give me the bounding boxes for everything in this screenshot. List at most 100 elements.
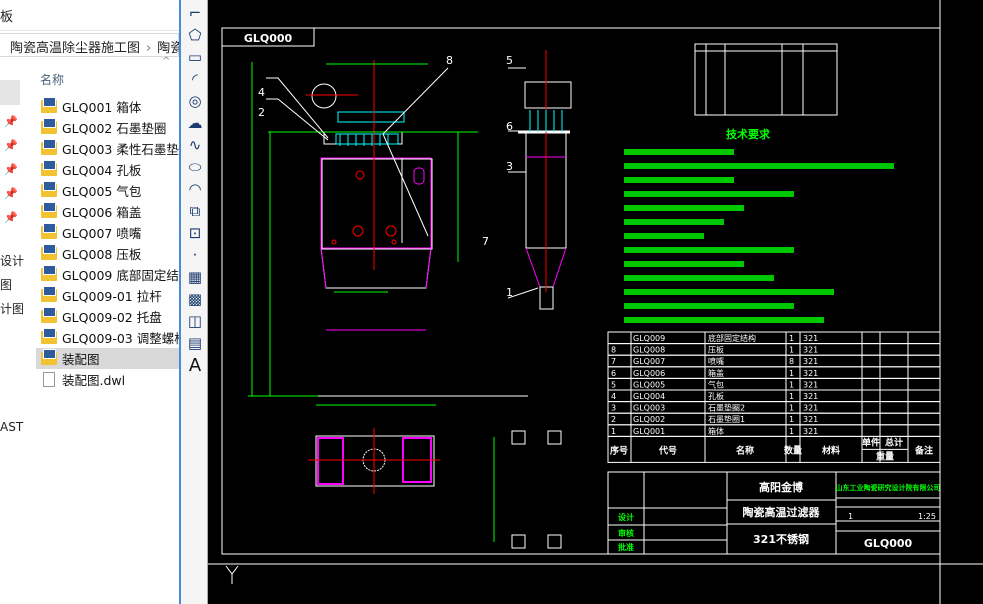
nav-item-selected[interactable] bbox=[0, 80, 20, 105]
quantity-value: 1 bbox=[848, 512, 853, 521]
bom-qty: 8 bbox=[789, 357, 794, 366]
file-name: GLQ005 气包 bbox=[62, 184, 142, 199]
nav-item[interactable]: 计图 bbox=[0, 300, 24, 317]
breadcrumb[interactable]: 陶瓷高温除尘器施工图 › 陶瓷 bbox=[0, 33, 179, 57]
polygon-icon[interactable]: ⬠ bbox=[184, 25, 206, 45]
folder-icon bbox=[41, 286, 57, 302]
pin-icon[interactable]: 📌 bbox=[4, 187, 18, 200]
file-name: GLQ009 底部固定结构 bbox=[62, 268, 179, 283]
part-label: 4 bbox=[258, 86, 265, 99]
bom-no: 5 bbox=[611, 380, 616, 389]
make-block-icon[interactable]: ⊡ bbox=[184, 223, 206, 243]
part-label: 3 bbox=[506, 160, 513, 173]
file-list-item[interactable]: GLQ009 底部固定结构 bbox=[36, 264, 179, 285]
tech-requirement-line bbox=[624, 163, 894, 169]
ribbon-label[interactable]: 板 bbox=[0, 10, 13, 25]
folder-icon bbox=[41, 139, 57, 155]
bom-code: GLQ008 bbox=[633, 346, 665, 355]
point-icon[interactable]: · bbox=[184, 245, 206, 265]
file-list-item[interactable]: 装配图.dwl bbox=[36, 369, 179, 390]
bom-qty: 1 bbox=[789, 380, 794, 389]
project-name: 高阳金博 bbox=[759, 480, 803, 494]
nav-item[interactable]: AST bbox=[0, 420, 23, 434]
file-name: 装配图 bbox=[62, 352, 100, 367]
nav-item[interactable]: 设计 bbox=[0, 252, 24, 269]
tech-requirement-line bbox=[624, 247, 794, 253]
cad-drawing-canvas[interactable]: GLQ000 4 2 8 7 5 6 3 1 技术要求 GLQ009 底部固定结… bbox=[208, 0, 983, 604]
pin-icon[interactable]: 📌 bbox=[4, 115, 18, 128]
file-list-item[interactable]: GLQ002 石墨垫圈 bbox=[36, 117, 179, 138]
file-list-item[interactable]: GLQ005 气包 bbox=[36, 180, 179, 201]
bom-qty: 1 bbox=[789, 334, 794, 343]
file-list-item[interactable]: GLQ009-01 拉杆 bbox=[36, 285, 179, 306]
bom-code: GLQ009 bbox=[633, 334, 665, 343]
file-list-item[interactable]: 装配图 bbox=[36, 348, 179, 369]
file-list-item[interactable]: GLQ009-03 调整螺栓 bbox=[36, 327, 179, 348]
file-name: GLQ009-03 调整螺栓 bbox=[62, 331, 179, 346]
file-name: GLQ001 箱体 bbox=[62, 100, 142, 115]
folder-icon bbox=[41, 118, 57, 134]
breadcrumb-item[interactable]: 陶瓷高温除尘器施工图 bbox=[10, 41, 140, 56]
file-list-item[interactable]: GLQ001 箱体 bbox=[36, 96, 179, 117]
rectangle-icon[interactable]: ▭ bbox=[184, 47, 206, 67]
circle-icon[interactable]: ◎ bbox=[184, 91, 206, 111]
arc-icon[interactable]: ◜ bbox=[184, 69, 206, 89]
bom-header-weight: 重量 bbox=[876, 450, 894, 462]
bom-code: GLQ007 bbox=[633, 357, 665, 366]
bom-name: 箱盖 bbox=[708, 368, 724, 378]
bom-header-remark: 备注 bbox=[914, 444, 933, 456]
file-name: 装配图.dwl bbox=[62, 373, 126, 388]
column-header-name[interactable]: 名称 ^ bbox=[36, 56, 179, 96]
part-label: 1 bbox=[506, 286, 513, 299]
bom-no: 8 bbox=[611, 346, 616, 355]
file-list-item[interactable]: GLQ009-02 托盘 bbox=[36, 306, 179, 327]
ellipse-arc-icon[interactable]: ◠ bbox=[184, 179, 206, 199]
multiline-text-icon[interactable]: A bbox=[184, 355, 206, 376]
file-list-item[interactable]: GLQ003 柔性石墨垫圈 bbox=[36, 138, 179, 159]
folder-icon bbox=[41, 160, 57, 176]
chevron-right-icon: › bbox=[146, 41, 152, 56]
folder-icon bbox=[41, 181, 57, 197]
bom-header-name: 名称 bbox=[736, 444, 754, 456]
bom-code: GLQ006 bbox=[633, 369, 665, 378]
ellipse-icon[interactable]: ⬭ bbox=[184, 157, 206, 177]
nav-item[interactable]: 图 bbox=[0, 276, 12, 293]
file-list-item[interactable]: GLQ006 箱盖 bbox=[36, 201, 179, 222]
file-explorer: 板 陶瓷高温除尘器施工图 › 陶瓷 📌 📌 📌 📌 📌 设计 图 计图 AST 名称… bbox=[0, 0, 179, 604]
bom-name: 气包 bbox=[708, 379, 724, 389]
file-name: GLQ004 孔板 bbox=[62, 163, 142, 178]
bom-material: 321 bbox=[803, 427, 818, 436]
file-list-item[interactable]: GLQ007 喷嘴 bbox=[36, 222, 179, 243]
bom-qty: 1 bbox=[789, 427, 794, 436]
sign-label: 审核 bbox=[618, 528, 634, 538]
bom-no: 1 bbox=[611, 427, 616, 436]
part-label: 2 bbox=[258, 106, 265, 119]
revision-cloud-icon[interactable]: ☁ bbox=[184, 113, 206, 133]
insert-block-icon[interactable]: ⧉ bbox=[184, 201, 206, 221]
part-label: 8 bbox=[446, 54, 453, 67]
file-list-item[interactable]: GLQ008 压板 bbox=[36, 243, 179, 264]
file-list-item[interactable]: GLQ004 孔板 bbox=[36, 159, 179, 180]
bom-code: GLQ003 bbox=[633, 404, 665, 413]
file-name: GLQ009-01 拉杆 bbox=[62, 289, 162, 304]
bom-qty: 1 bbox=[789, 369, 794, 378]
bom-qty: 1 bbox=[789, 346, 794, 355]
bom-code: GLQ005 bbox=[633, 380, 665, 389]
pin-icon[interactable]: 📌 bbox=[4, 211, 18, 224]
bill-of-materials: GLQ009 底部固定结构 1 3218 GLQ008 压板 1 3217 GLQ007 喷嘴 8 3… bbox=[607, 331, 941, 463]
spline-icon[interactable]: ∿ bbox=[184, 135, 206, 155]
navigation-pane: 📌 📌 📌 📌 📌 设计 图 计图 AST bbox=[0, 60, 24, 604]
polyline-icon[interactable]: ⌐ bbox=[184, 3, 206, 23]
plan-view bbox=[308, 404, 440, 494]
region-icon[interactable]: ◫ bbox=[184, 311, 206, 331]
folder-icon bbox=[41, 307, 57, 323]
pin-icon[interactable]: 📌 bbox=[4, 139, 18, 152]
drawing-name: 陶瓷高温过滤器 bbox=[743, 505, 821, 519]
hatch-icon[interactable]: ▦ bbox=[184, 267, 206, 287]
breadcrumb-item[interactable]: 陶瓷 bbox=[157, 41, 179, 56]
table-icon[interactable]: ▤ bbox=[184, 333, 206, 353]
bom-material: 321 bbox=[803, 334, 818, 343]
sign-label: 设计 bbox=[618, 512, 634, 522]
pin-icon[interactable]: 📌 bbox=[4, 163, 18, 176]
gradient-icon[interactable]: ▩ bbox=[184, 289, 206, 309]
